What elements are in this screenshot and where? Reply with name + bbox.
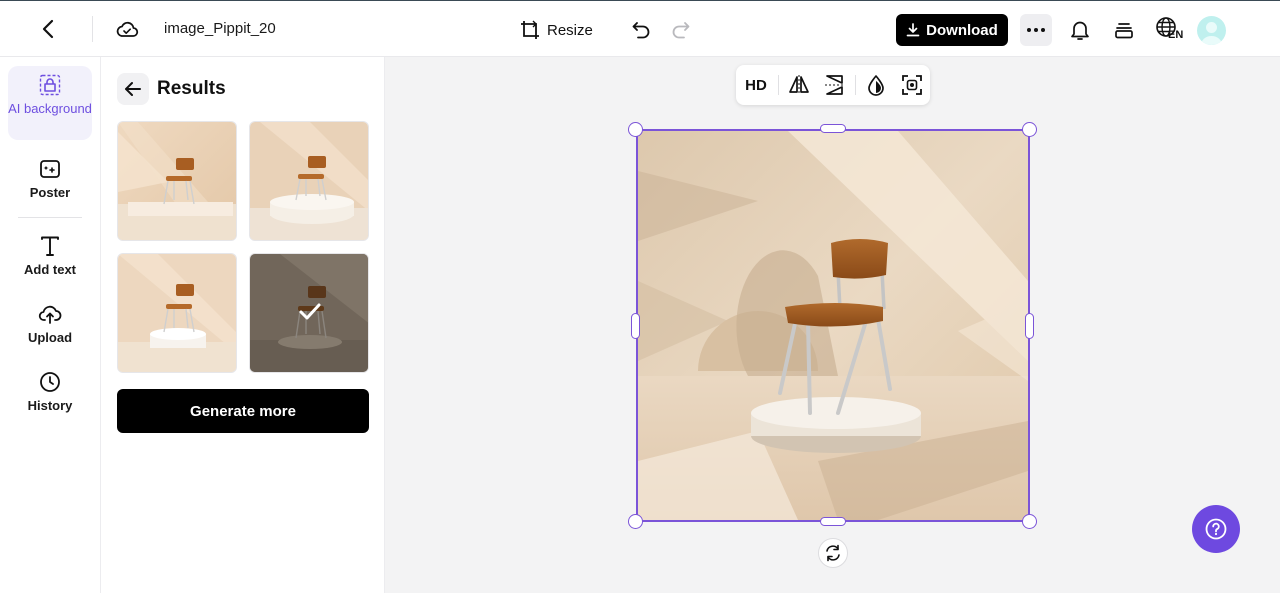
top-bar: image_Pippit_20 Resize Download EN — [0, 0, 1280, 57]
help-button[interactable] — [1192, 505, 1240, 553]
dot — [1034, 28, 1038, 32]
resize-handle-right[interactable] — [1025, 313, 1034, 339]
download-button[interactable]: Download — [896, 14, 1008, 46]
rotate-icon — [826, 544, 840, 562]
rail-item-ai-background[interactable]: AI background — [8, 66, 92, 140]
cloud-sync-icon[interactable] — [114, 17, 140, 41]
result-thumbnail[interactable] — [117, 253, 237, 373]
result-thumbnail[interactable] — [117, 121, 237, 241]
resize-handle-bottom-left[interactable] — [628, 514, 643, 529]
help-icon — [1205, 518, 1227, 540]
layers-icon[interactable] — [1111, 17, 1137, 43]
dot — [1027, 28, 1031, 32]
left-rail: AI background Poster Add text Upload His… — [0, 57, 101, 593]
result-image — [118, 254, 236, 372]
resize-handle-bottom[interactable] — [820, 517, 846, 526]
flip-horizontal-icon[interactable] — [781, 69, 817, 101]
image-toolbar: HD — [736, 65, 930, 105]
back-icon[interactable] — [36, 15, 60, 43]
rail-divider — [18, 217, 82, 218]
generate-more-button[interactable]: Generate more — [117, 389, 369, 433]
resize-handle-top-right[interactable] — [1022, 122, 1037, 137]
rail-item-add-text[interactable]: Add text — [8, 234, 92, 282]
hd-button[interactable]: HD — [736, 69, 776, 101]
selected-image[interactable] — [636, 129, 1030, 522]
rail-item-label: Upload — [27, 330, 73, 345]
language-code[interactable]: EN — [1168, 29, 1183, 41]
rail-item-upload[interactable]: Upload — [8, 302, 92, 350]
divider — [855, 75, 856, 95]
rail-item-label: AI background — [8, 101, 92, 116]
rail-item-label: History — [27, 398, 73, 413]
result-image — [250, 122, 368, 240]
resize-icon — [521, 20, 539, 39]
results-back-button[interactable] — [117, 73, 149, 105]
app-root: image_Pippit_20 Resize Download EN AI ba… — [0, 0, 1280, 593]
remove-background-icon[interactable] — [894, 69, 930, 101]
redo-icon[interactable] — [668, 17, 694, 43]
checkmark-icon — [299, 303, 321, 320]
resize-label: Resize — [547, 21, 593, 39]
dot — [1041, 28, 1045, 32]
arrow-left-icon — [125, 82, 141, 96]
editor-canvas: HD — [385, 57, 1280, 593]
resize-handle-bottom-right[interactable] — [1022, 514, 1037, 529]
text-icon — [41, 236, 59, 256]
undo-icon[interactable] — [628, 17, 654, 43]
bell-icon[interactable] — [1067, 17, 1093, 43]
resize-handle-top-left[interactable] — [628, 122, 643, 137]
rotate-button[interactable] — [818, 538, 848, 568]
poster-icon — [40, 160, 60, 178]
rail-item-poster[interactable]: Poster — [8, 157, 92, 205]
more-options-button[interactable] — [1020, 14, 1052, 46]
resize-handle-top[interactable] — [820, 124, 846, 133]
file-name[interactable]: image_Pippit_20 — [164, 20, 276, 37]
avatar[interactable] — [1197, 16, 1226, 45]
product-photo — [638, 131, 1028, 520]
results-panel: Results Generate more — [101, 57, 385, 593]
upload-cloud-icon — [38, 305, 62, 324]
opacity-drop-icon[interactable] — [858, 69, 894, 101]
result-thumbnail-selected[interactable] — [249, 253, 369, 373]
resize-button[interactable]: Resize — [519, 15, 593, 45]
download-icon — [906, 23, 920, 37]
clock-icon — [40, 372, 60, 392]
result-thumbnail[interactable] — [249, 121, 369, 241]
rail-item-history[interactable]: History — [8, 370, 92, 418]
resize-handle-left[interactable] — [631, 313, 640, 339]
panel-title: Results — [157, 78, 226, 99]
rail-item-label: Poster — [29, 185, 71, 200]
ai-background-icon — [39, 74, 61, 96]
rail-item-label: Add text — [24, 262, 76, 277]
result-image — [118, 122, 236, 240]
divider — [778, 75, 779, 95]
download-label: Download — [926, 21, 998, 39]
divider — [92, 16, 93, 42]
flip-vertical-icon[interactable] — [817, 69, 853, 101]
